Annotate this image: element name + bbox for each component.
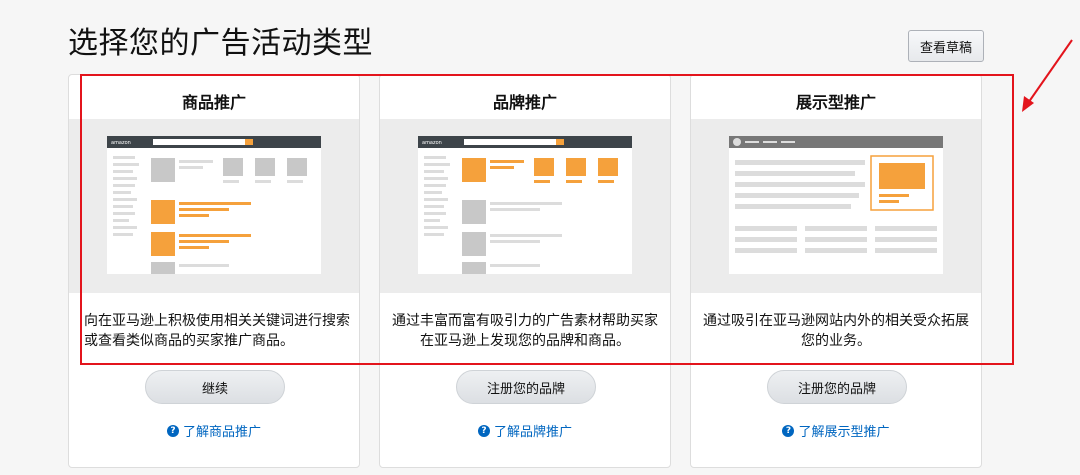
learn-link-label: 了解品牌推广 bbox=[493, 425, 572, 440]
sponsored-products-illustration: amazon bbox=[107, 136, 321, 274]
card-title: 商品推广 bbox=[181, 93, 246, 112]
card-illustration: amazon bbox=[69, 119, 359, 293]
campaign-card-sponsored-brands[interactable]: 品牌推广 amazon 通过丰富而富有吸引力的广告素材帮助买家在亚马逊上发现您的… bbox=[379, 74, 671, 468]
campaign-card-sponsored-products[interactable]: 商品推广 amazon 向在亚马逊上积极使用相关关键词进行搜索或查看类似商品的买… bbox=[68, 74, 360, 468]
learn-sponsored-products-link[interactable]: ? 了解商品推广 bbox=[69, 421, 359, 440]
learn-sponsored-brands-link[interactable]: ? 了解品牌推广 bbox=[380, 421, 670, 440]
card-illustration bbox=[691, 119, 981, 293]
sponsored-brands-illustration: amazon bbox=[418, 136, 632, 274]
register-brand-button[interactable]: 注册您的品牌 bbox=[767, 370, 907, 404]
help-icon: ? bbox=[166, 424, 179, 437]
amazon-logo: amazon bbox=[111, 140, 131, 146]
card-title: 展示型推广 bbox=[795, 93, 876, 112]
card-description: 向在亚马逊上积极使用相关关键词进行搜索或查看类似商品的买家推广商品。 bbox=[84, 313, 350, 349]
card-description: 通过丰富而富有吸引力的广告素材帮助买家在亚马逊上发现您的品牌和商品。 bbox=[392, 313, 658, 349]
card-title: 品牌推广 bbox=[492, 93, 557, 112]
register-brand-button[interactable]: 注册您的品牌 bbox=[456, 370, 596, 404]
sponsored-display-illustration bbox=[729, 136, 943, 274]
learn-sponsored-display-link[interactable]: ? 了解展示型推广 bbox=[691, 421, 981, 440]
learn-link-label: 了解展示型推广 bbox=[798, 425, 890, 440]
view-drafts-button[interactable]: 查看草稿 bbox=[908, 30, 984, 62]
campaign-card-sponsored-display[interactable]: 展示型推广 通过吸引在亚马逊网站内外的相关受众拓展您的业务。 注册您的品牌 ? … bbox=[690, 74, 982, 468]
continue-button[interactable]: 继续 bbox=[145, 370, 285, 404]
card-description: 通过吸引在亚马逊网站内外的相关受众拓展您的业务。 bbox=[703, 313, 969, 349]
card-illustration: amazon bbox=[380, 119, 670, 293]
annotation-arrow-icon bbox=[1022, 39, 1073, 112]
help-icon: ? bbox=[477, 424, 490, 437]
amazon-logo: amazon bbox=[422, 140, 442, 146]
help-icon: ? bbox=[782, 424, 795, 437]
learn-link-label: 了解商品推广 bbox=[182, 425, 261, 440]
page-title: 选择您的广告活动类型 bbox=[68, 26, 373, 61]
